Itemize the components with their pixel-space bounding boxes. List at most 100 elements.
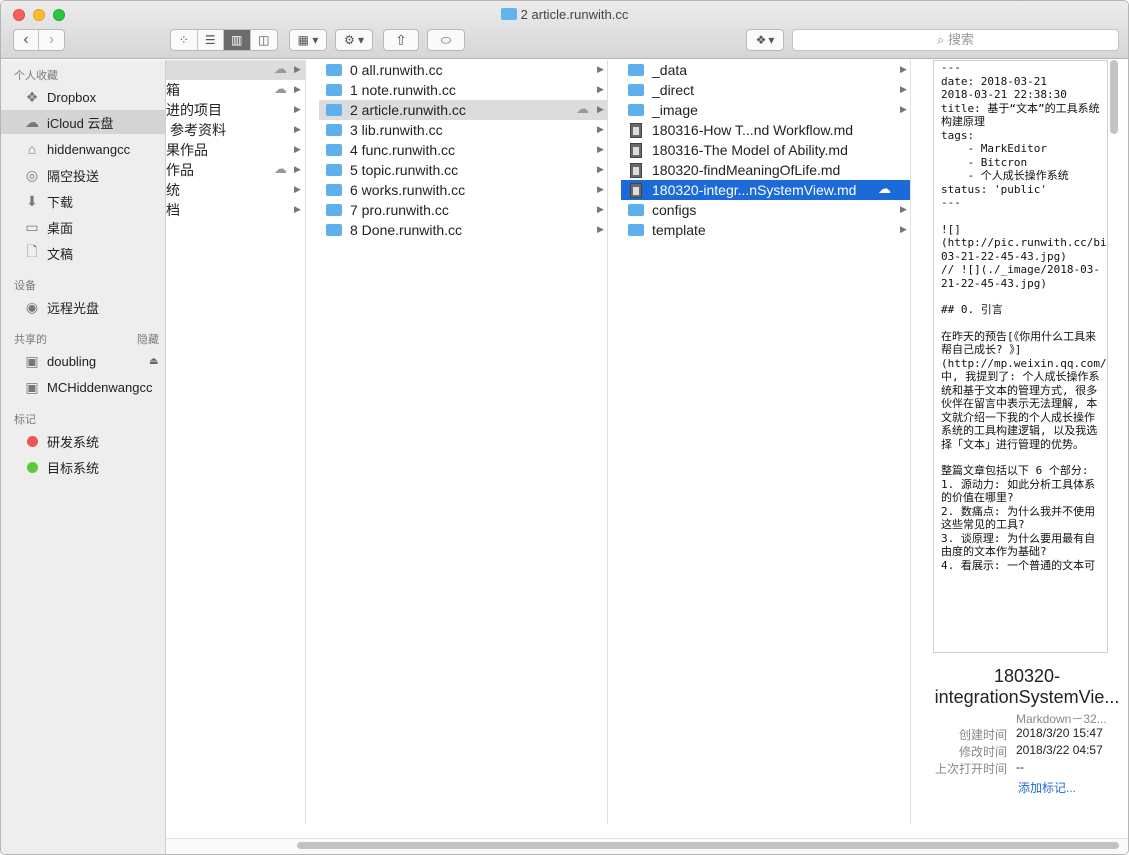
file-preview-text[interactable]: --- date: 2018-03-21 2018-03-21 22:38:30… (933, 60, 1108, 653)
column-view-button[interactable]: ▥ (224, 30, 251, 50)
back-button[interactable]: ‹ (14, 30, 40, 50)
sidebar-item-icloud[interactable]: ☁ iCloud 云盘 (1, 110, 165, 134)
folder-row[interactable]: 6 works.runwith.cc (319, 180, 607, 200)
gallery-view-button[interactable]: ◫ (251, 30, 277, 50)
sidebar-item-remote-disc[interactable]: ◉ 远程光盘 (1, 295, 165, 319)
chevron-right-icon: ▶ (294, 144, 301, 154)
folder-row[interactable]: _data (621, 60, 910, 80)
chevron-right-icon: ▶ (597, 204, 604, 214)
arrange-button[interactable]: ▦ ▾ (289, 29, 327, 51)
add-tags-link[interactable]: 添加标记... (1018, 779, 1076, 796)
file-row[interactable]: 180316-The Model of Ability.md (621, 140, 910, 160)
sidebar-item-downloads[interactable]: ⬇ 下载 (1, 189, 165, 213)
monitor-icon: ▣ (25, 352, 39, 369)
preview-kind: Markdown－32... (1016, 712, 1107, 726)
folder-row[interactable]: 0 all.runwith.cc (319, 60, 607, 80)
sidebar-item-home[interactable]: ⌂ hiddenwangcc (1, 137, 165, 161)
nav-buttons: ‹ › (13, 29, 65, 51)
folder-row[interactable]: 5 topic.runwith.cc (319, 160, 607, 180)
last-opened-value: -- (1016, 760, 1024, 774)
download-icon: ⬇ (26, 192, 38, 209)
chevron-right-icon: ▶ (900, 64, 907, 74)
file-row-selected[interactable]: 180320-integr...nSystemView.md (621, 180, 910, 200)
disc-icon: ◉ (25, 298, 39, 315)
folder-icon (326, 124, 342, 136)
home-icon: ⌂ (27, 141, 37, 157)
shared-header: 共享的 (14, 334, 47, 346)
gallery-view-icon: ◫ (258, 33, 270, 47)
chevron-right-icon: ▶ (294, 204, 301, 214)
column-1-item[interactable]: 参考资料 (166, 120, 305, 140)
view-switcher: ⁘ ☰ ▥ ◫ (170, 29, 278, 51)
tag-color-dot (27, 435, 38, 447)
folder-row[interactable]: _direct (621, 80, 910, 100)
chevron-right-icon: ▶ (294, 164, 301, 174)
folder-row[interactable]: _image (621, 100, 910, 120)
chevron-right-icon: ▶ (597, 84, 604, 94)
chevron-right-icon: ▶ (900, 224, 907, 234)
horizontal-scrollbar[interactable] (297, 842, 1119, 849)
forward-button[interactable]: › (39, 30, 64, 50)
preview-filename-line2: integrationSystemVie... (934, 687, 1120, 707)
chevron-right-icon: ▶ (294, 64, 301, 74)
chevron-right-icon: ▶ (597, 164, 604, 174)
preview-scrollbar[interactable] (1110, 60, 1118, 134)
chevron-right-icon: ▶ (597, 124, 604, 134)
window-title: 2 article.runwith.cc (1, 7, 1128, 22)
column-1-item[interactable]: 果作品 (166, 140, 305, 160)
sidebar-item-desktop[interactable]: ▭ 桌面 (1, 215, 165, 239)
dropbox-button[interactable]: ❖ ▾ (746, 29, 784, 51)
sidebar-item-mchiddenwangcc[interactable]: ▣ MCHiddenwangcc (1, 375, 165, 399)
folder-row[interactable]: template (621, 220, 910, 240)
sidebar-tag-goal[interactable]: 目标系统 (1, 455, 165, 479)
folder-row[interactable]: 3 lib.runwith.cc (319, 120, 607, 140)
folder-row[interactable]: 1 note.runwith.cc (319, 80, 607, 100)
folder-row[interactable]: 4 func.runwith.cc (319, 140, 607, 160)
shared-hide-button[interactable]: 隐藏 (137, 331, 159, 347)
sidebar: 个人收藏 ❖ Dropbox ☁ iCloud 云盘 ⌂ hiddenwangcc ◎… (1, 60, 166, 854)
folder-icon (326, 204, 342, 216)
markdown-file-icon (630, 182, 642, 198)
sidebar-tag-rd[interactable]: 研发系统 (1, 429, 165, 453)
folder-icon (326, 84, 342, 96)
favorites-header: 个人收藏 (14, 70, 58, 82)
sidebar-item-documents[interactable]: 🗋 文稿 (1, 241, 165, 265)
folder-icon (326, 144, 342, 156)
tags-header: 标记 (14, 414, 36, 426)
folder-icon (326, 104, 342, 116)
share-button[interactable]: ⇧ (383, 29, 419, 51)
folder-row-selected[interactable]: 2 article.runwith.cc (319, 100, 607, 120)
dropbox-icon: ❖ (25, 88, 39, 105)
chevron-right-icon: ▶ (900, 204, 907, 214)
chevron-right-icon: ▶ (294, 84, 301, 94)
column-2: 0 all.runwith.cc ▶ 1 note.runwith.cc ▶ 2… (319, 60, 608, 824)
action-button[interactable]: ⚙ ▾ (335, 29, 373, 51)
sidebar-item-doubling[interactable]: ▣ doubling ⏏ (1, 349, 165, 373)
created-label: 创建时间 (958, 728, 1007, 742)
file-row[interactable]: 180320-findMeaningOfLife.md (621, 160, 910, 180)
folder-row[interactable]: 7 pro.runwith.cc (319, 200, 607, 220)
icon-view-button[interactable]: ⁘ (171, 30, 198, 50)
folder-icon (628, 104, 644, 116)
chevron-right-icon: ▶ (294, 104, 301, 114)
last-opened-label: 上次打开时间 (934, 762, 1007, 776)
folder-row[interactable]: 8 Done.runwith.cc (319, 220, 607, 240)
list-view-button[interactable]: ☰ (198, 30, 224, 50)
folder-row[interactable]: configs (621, 200, 910, 220)
cloud-icon: ☁ (25, 113, 39, 130)
cloud-icon: ☁ (274, 81, 287, 96)
file-row[interactable]: 180316-How T...nd Workflow.md (621, 120, 910, 140)
column-1-item[interactable]: 统 (166, 180, 305, 200)
list-view-icon: ☰ (204, 33, 216, 47)
chevron-right-icon: ▶ (597, 224, 604, 234)
sidebar-item-airdrop[interactable]: ◎ 隔空投送 (1, 163, 165, 187)
search-field[interactable]: ⌕ 搜索 (792, 29, 1119, 51)
column-1-item[interactable]: 档 (166, 200, 305, 220)
column-1-item[interactable]: 进的项目 (166, 100, 305, 120)
sidebar-item-dropbox[interactable]: ❖ Dropbox (1, 85, 165, 109)
eject-icon[interactable]: ⏏ (149, 356, 158, 367)
chevron-right-icon: ▶ (597, 64, 604, 74)
cloud-icon: ☁ (878, 181, 891, 196)
tag-button[interactable]: ⬭ (427, 29, 465, 51)
column-1: ☁ ▶ 箱 ☁ ▶ 进的项目 ▶ 参考资料 ▶ 果作品 ▶ 作品 ☁ ▶ 统 ▶ 档 … (166, 60, 306, 824)
